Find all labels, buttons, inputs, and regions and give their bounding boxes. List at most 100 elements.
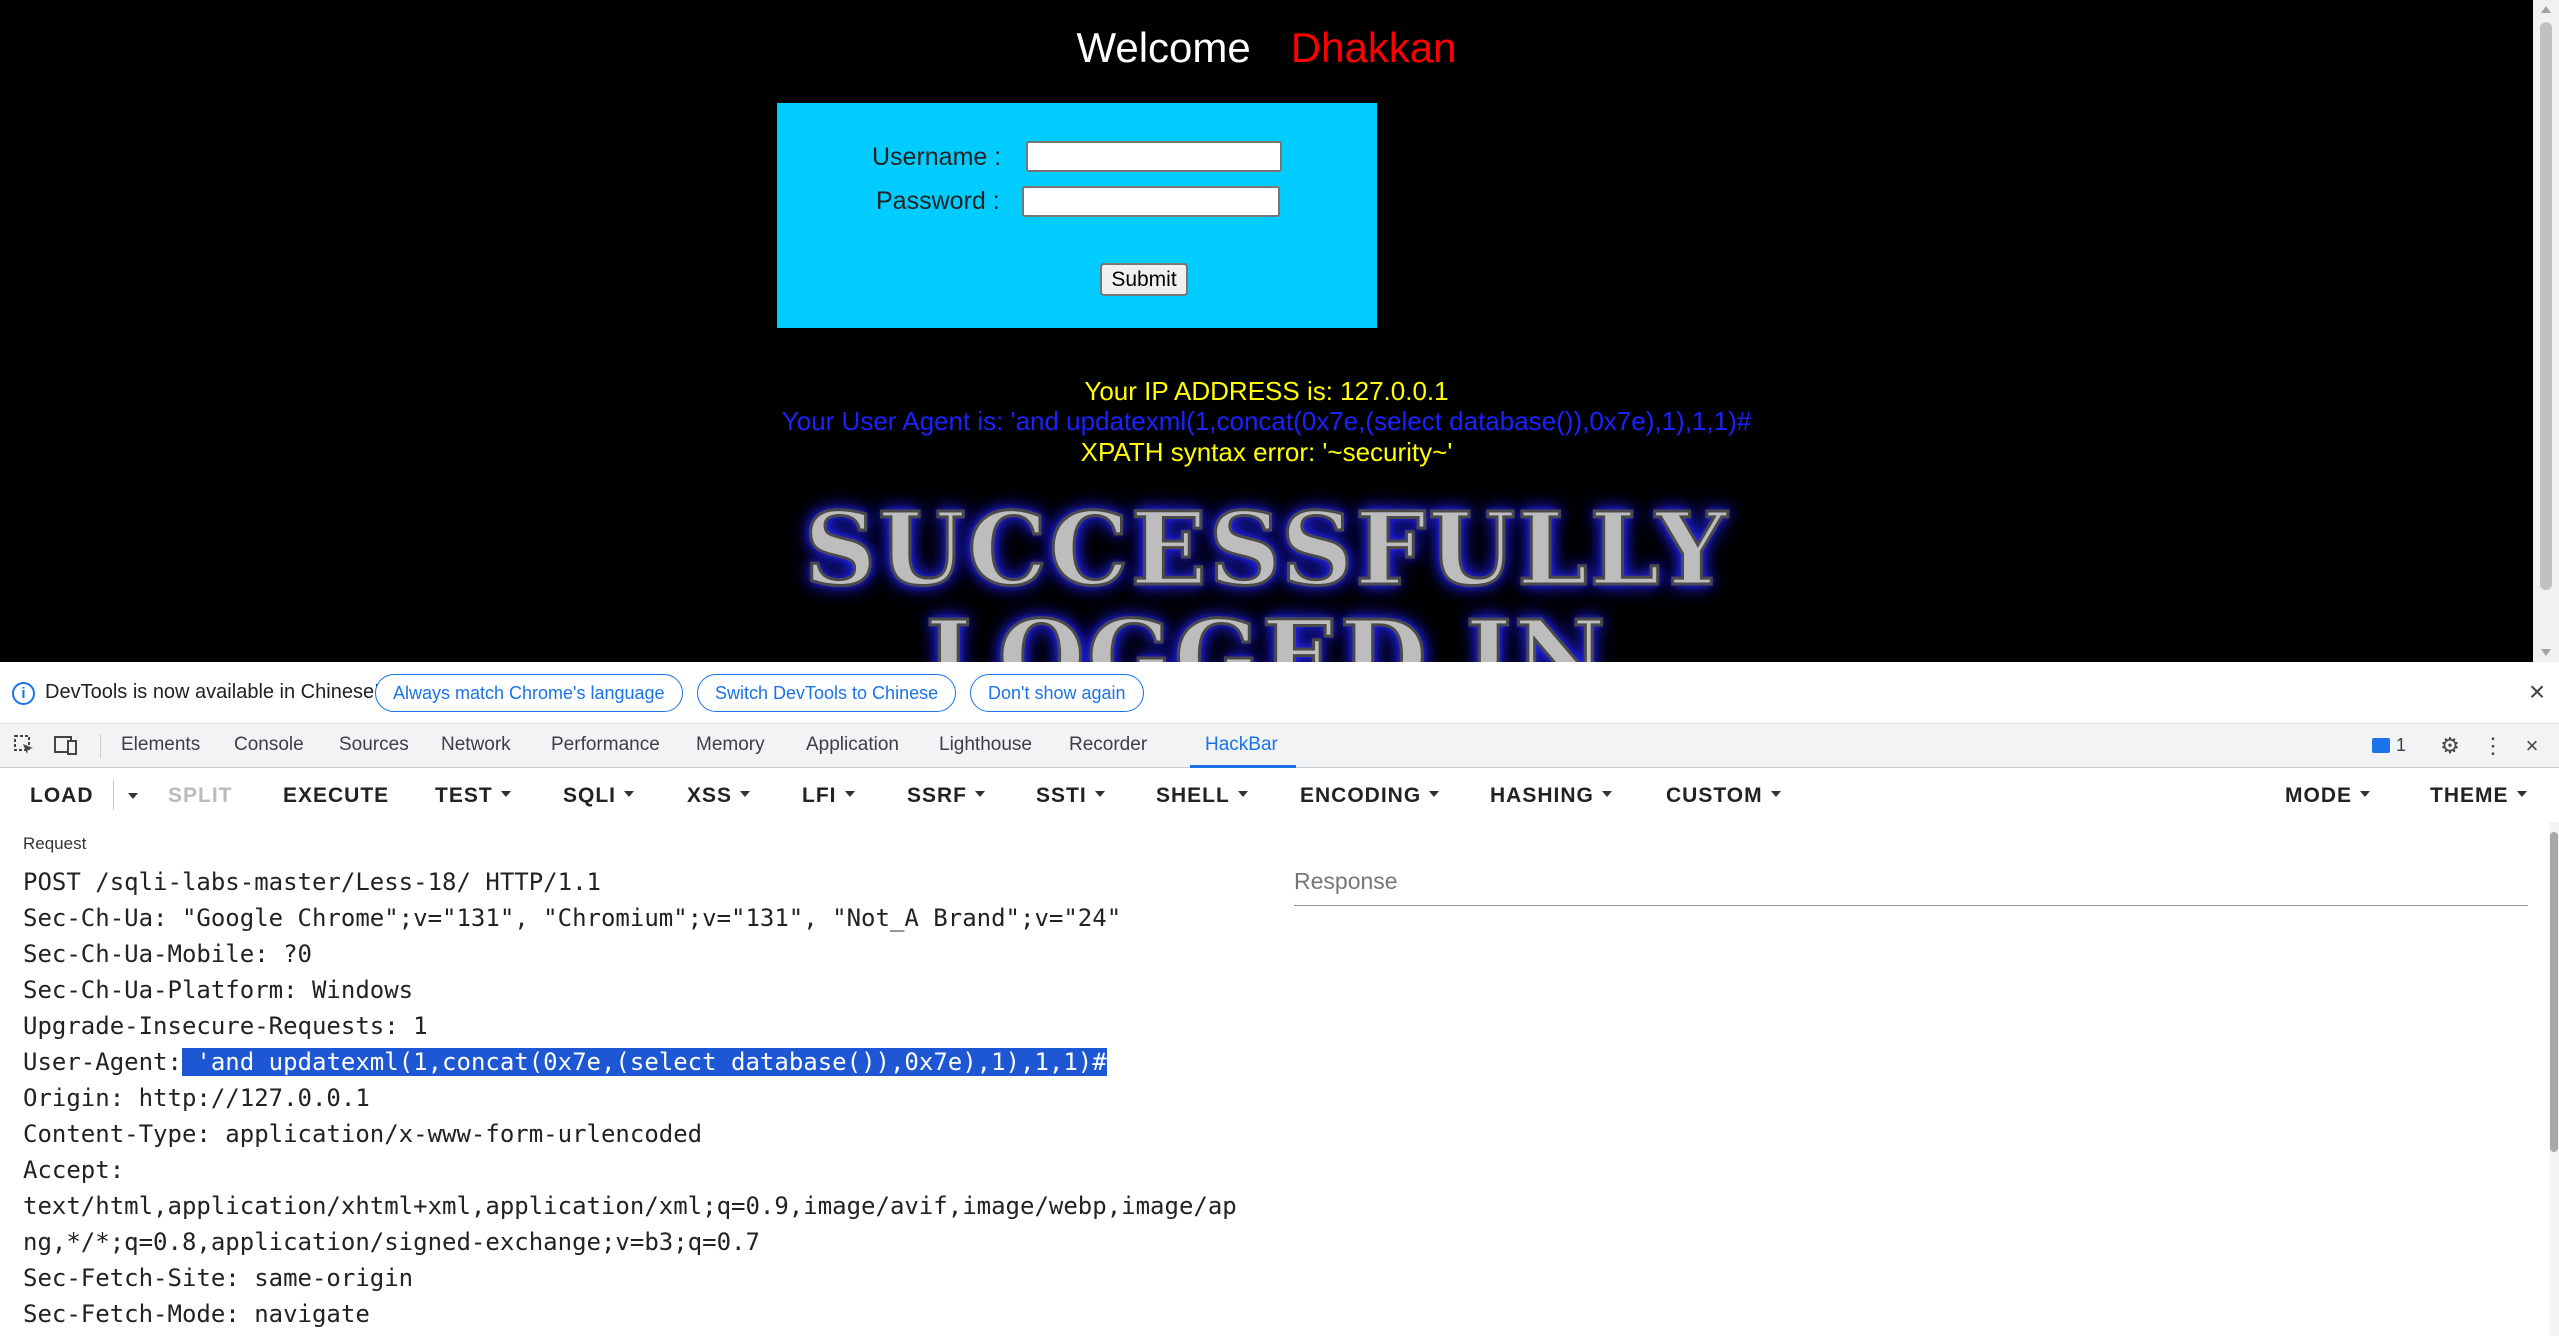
close-icon[interactable]: ×: [2522, 677, 2552, 707]
tab-memory[interactable]: Memory: [696, 734, 765, 756]
success-logo-line2: LOGGED IN: [924, 597, 1608, 663]
theme-menu[interactable]: THEME: [2430, 784, 2527, 808]
xss-menu[interactable]: XSS: [687, 784, 751, 808]
password-label: Password :: [876, 187, 1000, 215]
chevron-down-icon: [1601, 791, 1612, 798]
sqli-label: SQLI: [563, 784, 617, 807]
xpath-error-text: XPATH syntax error: '~security~': [1080, 437, 1453, 467]
devtools-scrollbar[interactable]: [2549, 822, 2559, 1336]
chevron-down-icon: [500, 791, 511, 798]
ssrf-label: SSRF: [907, 784, 968, 807]
username-label: Username :: [872, 143, 1002, 171]
tab-lighthouse[interactable]: Lighthouse: [939, 734, 1032, 756]
split-button[interactable]: SPLIT: [168, 784, 233, 808]
xss-label: XSS: [687, 784, 733, 807]
encoding-label: ENCODING: [1300, 784, 1422, 807]
tab-recorder[interactable]: Recorder: [1069, 734, 1147, 756]
request-line: Sec-Ch-Ua: "Google Chrome";v="131", "Chr…: [23, 904, 1122, 932]
request-editor[interactable]: POST /sqli-labs-master/Less-18/ HTTP/1.1…: [23, 864, 1263, 1332]
chevron-down-icon: [624, 791, 635, 798]
welcome-name: Dhakkan: [1290, 24, 1457, 71]
load-button[interactable]: LOAD: [30, 784, 94, 808]
page-scrollbar[interactable]: [2533, 0, 2559, 662]
tab-hackbar[interactable]: HackBar: [1205, 734, 1278, 756]
selected-payload: 'and updatexml(1,concat(0x7e,(select dat…: [181, 1048, 1107, 1076]
chevron-down-icon: [2360, 791, 2370, 798]
sqli-menu[interactable]: SQLI: [563, 784, 635, 808]
device-toolbar-icon[interactable]: [53, 733, 79, 759]
load-divider: [113, 780, 114, 810]
match-language-button[interactable]: Always match Chrome's language: [375, 674, 683, 712]
chevron-down-icon: [1237, 791, 1248, 798]
theme-label: THEME: [2430, 784, 2509, 807]
request-line: Content-Type: application/x-www-form-url…: [23, 1120, 703, 1148]
welcome-heading: Welcome Dhakkan: [0, 24, 2533, 72]
devtools-panel: i DevTools is now available in Chinese! …: [0, 662, 2559, 1336]
mode-label: MODE: [2285, 784, 2352, 807]
chevron-down-icon: [1094, 791, 1105, 798]
tab-sources[interactable]: Sources: [339, 734, 409, 756]
web-page: Welcome Dhakkan Username : Password : Sub…: [0, 0, 2533, 662]
username-input[interactable]: [1026, 141, 1282, 172]
request-line: Sec-Ch-Ua-Mobile: ?0: [23, 940, 312, 968]
language-infobar: i DevTools is now available in Chinese! …: [0, 662, 2559, 724]
load-dropdown-icon[interactable]: [120, 786, 138, 810]
chevron-down-icon: [1770, 791, 1781, 798]
tab-elements[interactable]: Elements: [121, 734, 200, 756]
request-line: Accept:: [23, 1156, 125, 1184]
lfi-menu[interactable]: LFI: [802, 784, 855, 808]
close-devtools-icon[interactable]: ×: [2519, 733, 2545, 759]
request-line: Sec-Ch-Ua-Platform: Windows: [23, 976, 414, 1004]
request-line: Origin: http://127.0.0.1: [23, 1084, 370, 1112]
request-line: POST /sqli-labs-master/Less-18/ HTTP/1.1: [23, 868, 601, 896]
request-line: ng,*/*;q=0.8,application/signed-exchange…: [23, 1228, 760, 1256]
request-line: Upgrade-Insecure-Requests: 1: [23, 1012, 428, 1040]
chevron-down-icon: [975, 791, 986, 798]
devtools-scrollbar-thumb[interactable]: [2550, 832, 2558, 1152]
chevron-down-icon: [740, 791, 751, 798]
encoding-menu[interactable]: ENCODING: [1300, 784, 1440, 808]
dont-show-again-button[interactable]: Don't show again: [970, 674, 1144, 712]
hackbar-toolbar: LOAD SPLIT EXECUTE TEST SQLI XSS LFI SSR…: [0, 768, 2559, 820]
tab-console[interactable]: Console: [234, 734, 304, 756]
hashing-label: HASHING: [1490, 784, 1594, 807]
execute-button[interactable]: EXECUTE: [283, 784, 389, 808]
ssti-menu[interactable]: SSTI: [1036, 784, 1105, 808]
switch-chinese-button[interactable]: Switch DevTools to Chinese: [697, 674, 957, 712]
tab-performance[interactable]: Performance: [551, 734, 660, 756]
scroll-down-arrow-icon[interactable]: [2541, 649, 2551, 656]
info-icon: i: [12, 682, 35, 705]
devtools-tab-bar: Elements Console Sources Network Perform…: [0, 724, 2559, 768]
response-field[interactable]: Response: [1294, 860, 2528, 906]
more-options-icon[interactable]: ⋮: [2480, 733, 2506, 759]
hashing-menu[interactable]: HASHING: [1490, 784, 1612, 808]
shell-label: SHELL: [1156, 784, 1230, 807]
issues-count: 1: [2396, 734, 2407, 755]
submit-button[interactable]: Submit: [1100, 263, 1188, 296]
settings-gear-icon[interactable]: ⚙: [2437, 733, 2463, 759]
request-line-user-agent: User-Agent: 'and updatexml(1,concat(0x7e…: [23, 1044, 1263, 1080]
tab-application[interactable]: Application: [806, 734, 899, 756]
inspect-element-icon[interactable]: [11, 733, 37, 759]
language-message: DevTools is now available in Chinese!: [45, 681, 380, 703]
mode-menu[interactable]: MODE: [2285, 784, 2370, 808]
toolbar-divider: [100, 734, 101, 758]
shell-menu[interactable]: SHELL: [1156, 784, 1248, 808]
scroll-up-arrow-icon[interactable]: [2541, 6, 2551, 13]
ssrf-menu[interactable]: SSRF: [907, 784, 986, 808]
custom-menu[interactable]: CUSTOM: [1666, 784, 1781, 808]
chevron-down-icon: [1429, 791, 1440, 798]
user-agent-key: User-Agent:: [23, 1048, 182, 1076]
user-agent-text: Your User Agent is: 'and updatexml(1,con…: [781, 406, 1752, 436]
test-label: TEST: [435, 784, 493, 807]
login-form: Username : Password : Submit: [777, 103, 1377, 328]
page-scrollbar-thumb[interactable]: [2540, 22, 2552, 590]
password-input[interactable]: [1022, 186, 1280, 217]
message-icon: [2372, 737, 2390, 753]
request-line: Sec-Fetch-Mode: navigate: [23, 1300, 370, 1328]
success-logo-line1: SUCCESSFULLY: [803, 489, 1729, 610]
test-menu[interactable]: TEST: [435, 784, 511, 808]
ip-address-text: Your IP ADDRESS is: 127.0.0.1: [1084, 376, 1449, 406]
issues-badge[interactable]: 1: [2372, 734, 2406, 756]
tab-network[interactable]: Network: [441, 734, 511, 756]
